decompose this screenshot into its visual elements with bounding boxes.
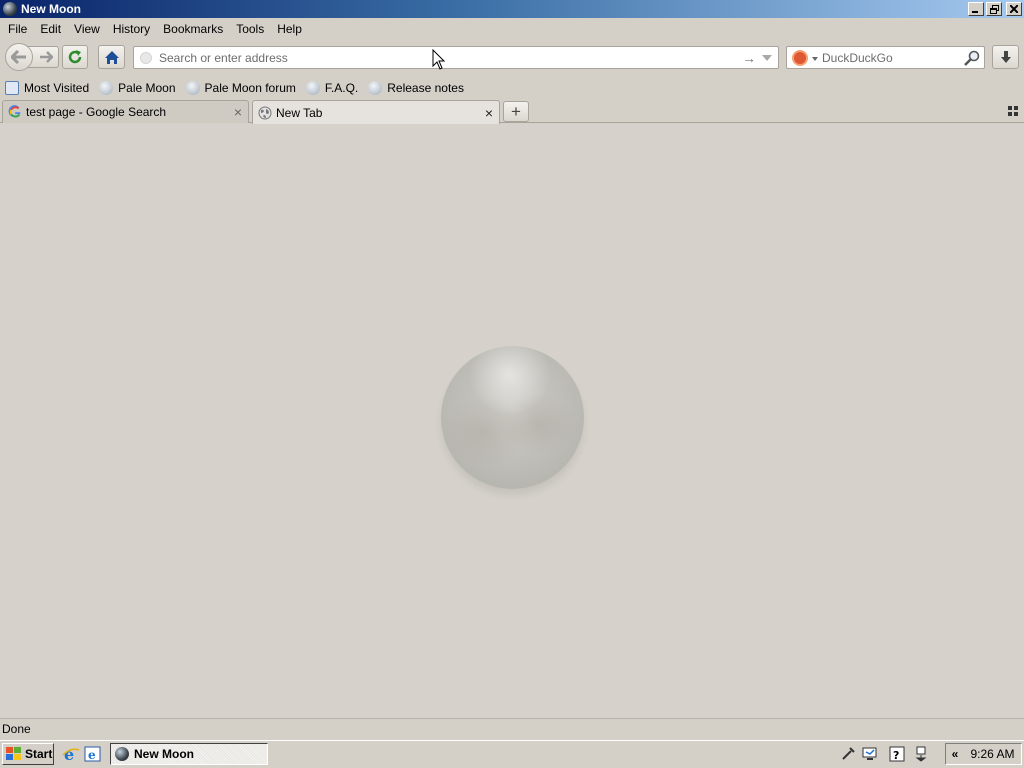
plus-icon: + [511,101,521,121]
svg-text:e: e [88,748,96,762]
go-arrow-icon[interactable]: → [742,50,756,66]
search-icon[interactable] [963,49,981,67]
new-tab-button[interactable]: + [503,101,529,122]
minimize-icon [972,11,978,13]
close-icon [1010,5,1018,13]
search-bar[interactable]: DuckDuckGo [786,46,985,69]
navigation-toolbar: Search or enter address → DuckDuckGo [0,42,1024,74]
minimize-button[interactable] [968,2,984,16]
menu-help[interactable]: Help [270,22,308,36]
search-placeholder: DuckDuckGo [822,51,893,65]
site-identity-icon[interactable] [140,52,152,64]
window-title: New Moon [21,2,81,16]
bookmarks-toolbar: Most Visited Pale Moon Pale Moon forum F… [0,78,1024,98]
menu-file[interactable]: File [1,22,33,36]
tab-new-tab[interactable]: New Tab × [252,100,500,124]
start-button[interactable]: Start [2,743,54,765]
address-placeholder: Search or enter address [159,51,288,65]
mouse-cursor-icon [432,49,446,70]
bookmark-label: Pale Moon [118,81,176,95]
bookmark-pale-moon-forum[interactable]: Pale Moon forum [185,81,296,95]
pale-moon-icon [305,81,320,95]
tab-google-search[interactable]: test page - Google Search × [2,100,249,123]
app-icon [3,2,17,16]
engine-dropdown-icon[interactable] [812,57,818,61]
most-visited-icon [5,81,19,95]
menu-bookmarks[interactable]: Bookmarks [156,22,229,36]
tools-tray-icon[interactable] [840,746,856,762]
tab-label: New Tab [276,105,323,120]
menu-edit[interactable]: Edit [33,22,67,36]
forward-arrow-icon [40,51,53,63]
back-forward-group [5,43,59,71]
tab-strip: test page - Google Search × New Tab × + [0,99,1024,124]
system-tray: « 9:26 AM [945,743,1022,765]
bookmark-faq[interactable]: F.A.Q. [305,81,359,95]
bookmark-label: Pale Moon forum [204,81,296,95]
help-tray-icon[interactable]: ? [889,746,905,762]
pale-moon-icon [99,81,114,95]
tab-label: test page - Google Search [26,105,167,119]
display-tray-icon[interactable] [862,746,878,762]
clock[interactable]: 9:26 AM [964,747,1021,761]
home-button[interactable] [98,45,125,69]
address-bar[interactable]: Search or enter address → [133,46,779,69]
status-text: Done [2,722,31,736]
show-hidden-icons-icon[interactable]: « [946,747,964,761]
svg-text:e: e [64,745,74,763]
bookmark-release-notes[interactable]: Release notes [368,81,464,95]
bookmark-label: Release notes [387,81,464,95]
status-bar: Done [0,718,1024,739]
pale-moon-icon [185,81,200,95]
back-button[interactable] [5,43,33,71]
taskbar-item-new-moon[interactable]: New Moon [110,743,268,765]
tab-close-icon[interactable]: × [234,105,242,119]
menu-history[interactable]: History [106,22,156,36]
globe-icon [258,106,272,119]
pale-moon-logo [441,346,584,489]
reload-icon [68,50,82,64]
tab-groups-button[interactable] [1008,106,1018,116]
menu-tools[interactable]: Tools [229,22,270,36]
start-label: Start [25,747,53,761]
bookmark-label: Most Visited [24,81,90,95]
restore-button[interactable] [986,2,1002,16]
network-tray-icon[interactable] [913,746,929,762]
menu-bar: File Edit View History Bookmarks Tools H… [0,19,1024,39]
google-icon [8,105,21,118]
home-icon [104,50,119,64]
download-arrow-icon [1000,51,1011,63]
page-content [0,124,1024,718]
close-button[interactable] [1006,2,1022,16]
restore-icon [989,4,999,14]
taskbar: Start e e New Moon ? « 9:26 AM [0,740,1024,768]
new-moon-icon [115,747,129,761]
bookmark-pale-moon[interactable]: Pale Moon [99,81,176,95]
internet-explorer-icon[interactable]: e [62,745,80,763]
downloads-button[interactable] [992,45,1019,69]
tab-close-icon[interactable]: × [485,106,493,120]
menu-view[interactable]: View [67,22,106,36]
duckduckgo-icon[interactable] [792,50,808,66]
pale-moon-icon [368,81,383,95]
taskbar-item-label: New Moon [134,747,194,761]
bookmark-label: F.A.Q. [324,81,359,95]
bookmark-most-visited[interactable]: Most Visited [5,81,89,95]
title-bar: New Moon [0,0,1024,18]
back-arrow-icon [11,50,26,64]
outlook-express-icon[interactable]: e [84,745,102,763]
history-dropdown-icon[interactable] [762,55,772,61]
svg-text:?: ? [893,749,899,762]
reload-button[interactable] [62,45,88,69]
windows-logo-icon [6,747,22,761]
